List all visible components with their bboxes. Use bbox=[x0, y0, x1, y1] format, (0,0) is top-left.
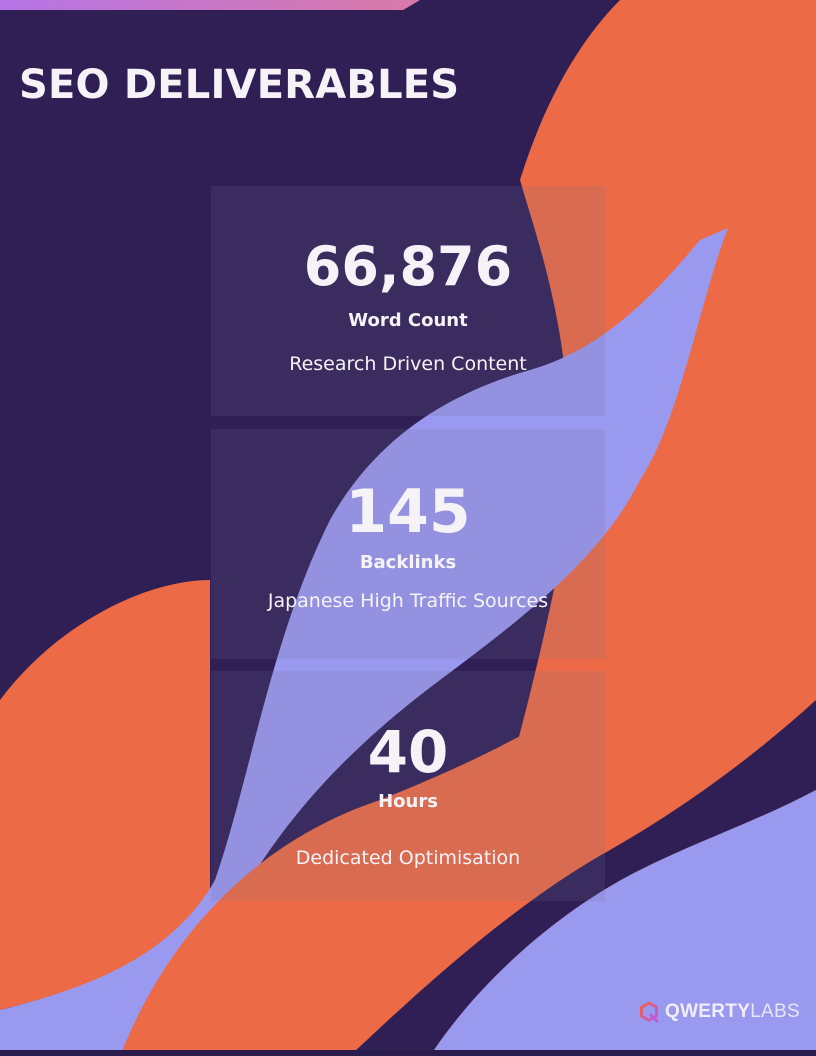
deliverable-card-hours: 40 Hours Dedicated Optimisation bbox=[211, 671, 605, 901]
accent-bar bbox=[0, 0, 420, 10]
deliverable-card-word-count: 66,876 Word Count Research Driven Conten… bbox=[211, 186, 605, 416]
deliverable-card-backlinks: 145 Backlinks Japanese High Traffic Sour… bbox=[211, 429, 605, 659]
stat-description: Dedicated Optimisation bbox=[295, 847, 521, 869]
stat-description: Japanese High Traffic Sources bbox=[267, 590, 549, 612]
page-title: SEO DELIVERABLES bbox=[19, 62, 460, 108]
brand-name-light: LABS bbox=[750, 1001, 800, 1022]
qwertylabs-logo-icon bbox=[640, 1001, 659, 1023]
stat-label: Hours bbox=[378, 791, 438, 812]
brand-name-strong: QWERTY bbox=[665, 1001, 751, 1022]
brand-name: QWERTYLABS bbox=[665, 1001, 800, 1023]
stat-description: Research Driven Content bbox=[289, 353, 527, 375]
bottom-strip bbox=[0, 1050, 816, 1056]
stat-value: 66,876 bbox=[303, 235, 513, 298]
stat-label: Word Count bbox=[348, 310, 468, 331]
brand-logo: QWERTYLABS bbox=[638, 1001, 800, 1023]
stat-value: 40 bbox=[367, 718, 449, 786]
stat-value: 145 bbox=[345, 477, 471, 547]
stat-label: Backlinks bbox=[359, 552, 457, 573]
